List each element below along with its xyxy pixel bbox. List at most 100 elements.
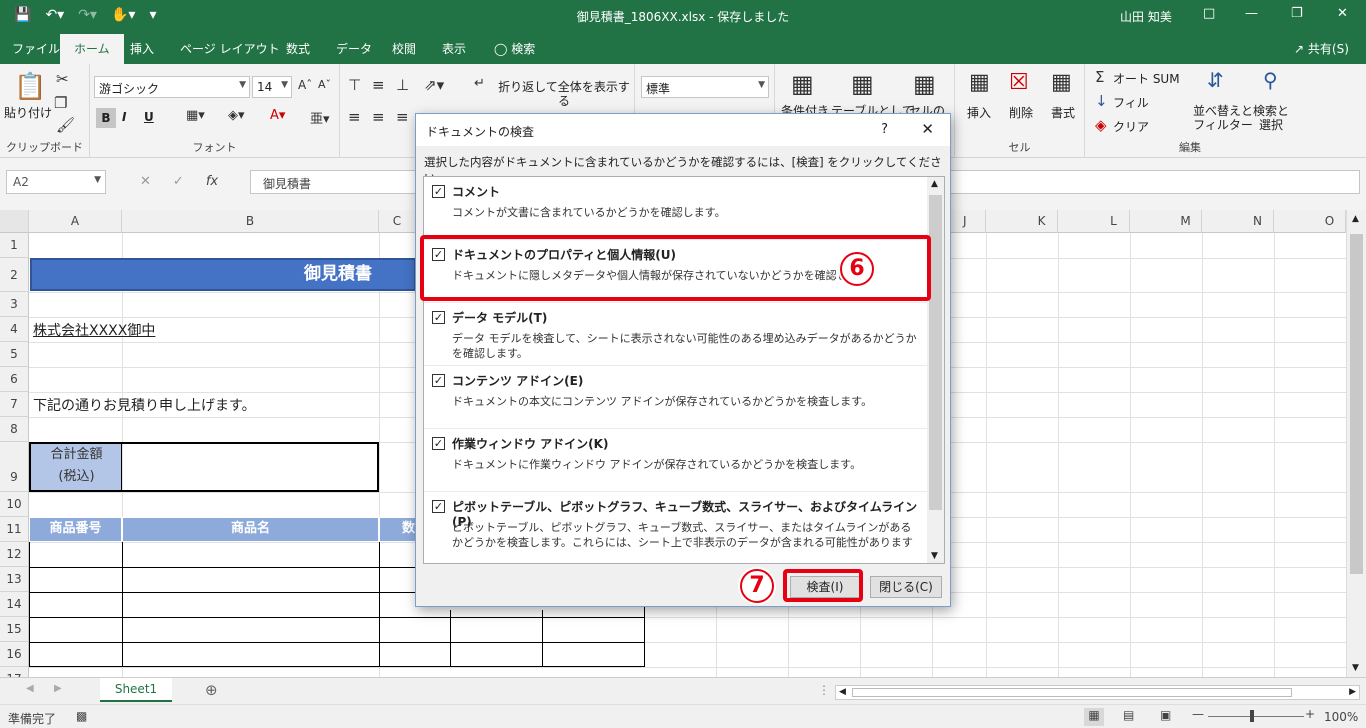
data-model-checkbox[interactable]: ✓ (432, 311, 445, 324)
scroll-up-icon[interactable]: ▲ (931, 179, 938, 189)
page-break-view-icon[interactable]: ▣ (1160, 708, 1171, 722)
normal-view-icon[interactable]: ▦ (1084, 708, 1104, 726)
sort-filter-button[interactable]: 並べ替えと フィルター (1193, 104, 1253, 132)
tab-data[interactable]: データ (336, 40, 372, 57)
tab-page-layout[interactable]: ページ レイアウト (180, 40, 280, 57)
insert-cells-button[interactable]: 挿入 (967, 106, 991, 120)
row-header[interactable]: 4 (0, 317, 29, 342)
help-button[interactable]: ? (881, 122, 888, 137)
select-all-corner[interactable] (0, 210, 29, 233)
taskpane-addins-checkbox[interactable]: ✓ (432, 437, 445, 450)
tab-view[interactable]: 表示 (442, 40, 466, 57)
row-header[interactable]: 7 (0, 392, 29, 417)
column-header-j[interactable]: J (951, 210, 986, 233)
delete-cells-button[interactable]: 削除 (1009, 106, 1033, 120)
scroll-thumb[interactable] (1350, 234, 1363, 574)
column-header-a[interactable]: A (29, 210, 122, 233)
column-header-b[interactable]: B (122, 210, 379, 233)
scroll-left-icon[interactable]: ◀ (839, 687, 846, 697)
customer-name-cell[interactable]: 株式会社XXXX御中 (33, 320, 155, 340)
bold-button[interactable]: B (96, 108, 116, 128)
italic-button[interactable]: I (122, 110, 126, 124)
borders-icon[interactable]: ▦▾ (186, 108, 205, 123)
content-addins-checkbox[interactable]: ✓ (432, 374, 445, 387)
row-header[interactable]: 12 (0, 542, 29, 567)
row-header[interactable]: 9 (0, 442, 29, 492)
close-window-icon[interactable]: ✕ (1337, 6, 1348, 21)
add-sheet-icon[interactable]: ⊕ (205, 681, 218, 699)
row-header[interactable]: 10 (0, 492, 29, 517)
column-header-o[interactable]: O (1274, 210, 1346, 233)
font-size-combo[interactable]: 14 ▼ (252, 76, 292, 98)
product-no-header[interactable]: 商品番号 (29, 517, 122, 542)
zoom-level[interactable]: 100% (1324, 710, 1358, 724)
column-header-c[interactable]: C (379, 210, 416, 233)
sort-filter-icon[interactable]: ⇵ (1207, 68, 1224, 92)
align-middle-icon[interactable]: ≡ (372, 76, 385, 94)
format-cells-icon[interactable]: ▦ (1051, 70, 1072, 95)
row-header[interactable]: 3 (0, 292, 29, 317)
tab-formulas[interactable]: 数式 (286, 40, 310, 57)
ribbon-display-icon[interactable]: □ (1203, 6, 1215, 21)
font-name-combo[interactable]: 游ゴシック ▼ (94, 76, 250, 98)
column-header-n[interactable]: N (1202, 210, 1274, 233)
macro-record-icon[interactable]: ▩ (76, 709, 87, 723)
autosum-icon[interactable]: Σ (1095, 68, 1104, 86)
cut-icon[interactable]: ✂ (56, 70, 69, 88)
format-painter-icon[interactable]: 🖌 (56, 116, 75, 134)
fill-button[interactable]: フィル (1113, 96, 1149, 110)
zoom-slider-thumb[interactable] (1250, 710, 1254, 722)
tab-insert[interactable]: 挿入 (130, 40, 154, 57)
dialog-close-icon[interactable]: ✕ (921, 120, 934, 138)
next-sheet-icon[interactable]: ▶ (54, 683, 62, 694)
copy-icon[interactable]: ❐ (54, 94, 67, 112)
vertical-scrollbar[interactable]: ▲ ▼ (1346, 210, 1366, 677)
format-as-table-icon[interactable]: ▦ (851, 70, 874, 98)
zoom-in-icon[interactable]: + (1305, 707, 1315, 721)
row-header[interactable]: 1 (0, 233, 29, 258)
row-header[interactable]: 16 (0, 642, 29, 667)
autosum-button[interactable]: オート SUM (1113, 72, 1180, 86)
name-box[interactable]: A2 ▼ (6, 170, 106, 194)
cell-styles-icon[interactable]: ▦ (913, 70, 936, 98)
row-header[interactable]: 13 (0, 567, 29, 592)
column-header-m[interactable]: M (1130, 210, 1202, 233)
fill-color-icon[interactable]: ◈▾ (228, 108, 245, 123)
greeting-cell[interactable]: 下記の通りお見積り申し上げます。 (33, 395, 256, 415)
delete-cells-icon[interactable]: ☒ (1009, 70, 1029, 95)
paste-button[interactable]: 貼り付け (4, 106, 52, 120)
comments-checkbox[interactable]: ✓ (432, 185, 445, 198)
product-name-header[interactable]: 商品名 (122, 517, 379, 542)
scroll-right-icon[interactable]: ▶ (1349, 687, 1356, 697)
pivot-checkbox[interactable]: ✓ (432, 500, 445, 513)
fill-icon[interactable]: ↓ (1095, 92, 1108, 110)
share-button[interactable]: ↗ 共有(S) (1294, 40, 1349, 57)
align-top-icon[interactable]: ⊤ (348, 76, 361, 94)
tab-home[interactable]: ホーム (60, 34, 124, 64)
enter-icon[interactable]: ✓ (173, 174, 184, 189)
row-header[interactable]: 6 (0, 367, 29, 392)
insert-function-icon[interactable]: fx (206, 174, 218, 189)
number-format-combo[interactable]: 標準 ▼ (641, 76, 769, 98)
insert-cells-icon[interactable]: ▦ (969, 70, 990, 95)
orientation-icon[interactable]: ⇗▾ (424, 76, 444, 94)
scroll-up-icon[interactable]: ▲ (1352, 214, 1359, 224)
wrap-text-icon[interactable]: ↵ (474, 76, 485, 91)
align-center-icon[interactable]: ≡ (372, 108, 385, 126)
phonetic-icon[interactable]: 亜▾ (310, 108, 330, 127)
row-header[interactable]: 5 (0, 342, 29, 367)
row-header[interactable]: 11 (0, 517, 29, 542)
minimize-icon[interactable]: — (1245, 6, 1258, 21)
total-amount-label[interactable]: 合計金額 (税込) (31, 444, 122, 490)
align-bottom-icon[interactable]: ⊥ (396, 76, 409, 94)
find-select-icon[interactable]: ⚲ (1263, 68, 1278, 92)
scroll-thumb[interactable] (852, 688, 1292, 697)
grow-font-icon[interactable]: Aˆ (298, 78, 312, 92)
tab-file[interactable]: ファイル (12, 40, 60, 57)
row-header[interactable]: 2 (0, 258, 29, 292)
restore-icon[interactable]: ❐ (1291, 6, 1303, 21)
row-header[interactable]: 8 (0, 417, 29, 442)
scroll-down-icon[interactable]: ▼ (931, 551, 938, 561)
row-header[interactable]: 14 (0, 592, 29, 617)
zoom-out-icon[interactable]: — (1192, 707, 1204, 721)
